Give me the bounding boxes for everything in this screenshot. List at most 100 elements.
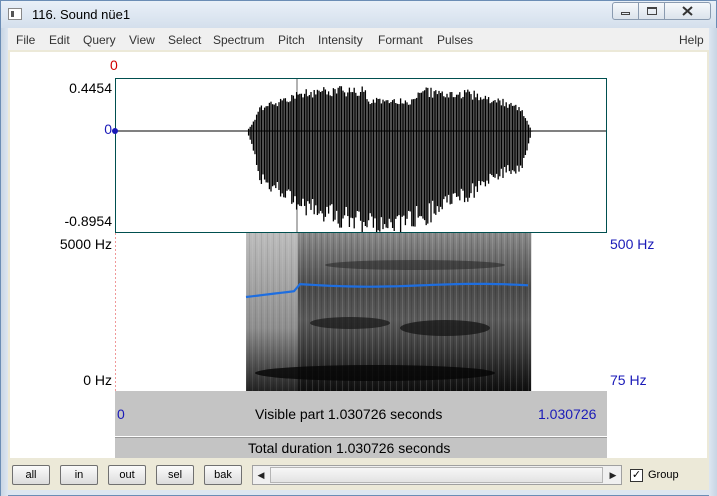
spectrogram-onset — [246, 233, 298, 391]
total-duration-bar[interactable]: Total duration 1.030726 seconds — [115, 437, 607, 458]
spectrogram-striation — [273, 233, 274, 391]
spectrogram-striation — [270, 233, 271, 391]
spectrogram-striation — [507, 233, 508, 391]
menu-select[interactable]: Select — [168, 33, 201, 47]
spectrogram-striation — [510, 233, 511, 391]
window-frame-right — [709, 28, 717, 496]
time-scrollbar[interactable]: ◀ ▶ — [252, 465, 622, 485]
info-bar-left — [10, 391, 115, 436]
spectrogram-striation — [267, 233, 268, 391]
app-icon — [8, 8, 22, 20]
spectrogram-striation — [477, 233, 478, 391]
zoom-out-button[interactable]: out — [108, 465, 146, 485]
menu-intensity[interactable]: Intensity — [318, 33, 363, 47]
formant-blob-2 — [400, 320, 490, 336]
menu-formant[interactable]: Formant — [378, 33, 423, 47]
amplitude-max-label: 0.4454 — [69, 80, 112, 96]
zoom-back-button[interactable]: bak — [204, 465, 242, 485]
spectrogram-striation — [276, 233, 277, 391]
waveform-plot — [116, 79, 606, 232]
spectrogram-striation — [264, 233, 265, 391]
visible-part-bar[interactable]: 0 Visible part 1.030726 seconds 1.030726 — [115, 391, 607, 436]
bottom-toolbar: all in out sel bak ◀ ▶ ✓ Group — [8, 460, 709, 490]
spectrogram-striation — [249, 233, 250, 391]
zero-marker-icon — [112, 128, 118, 134]
visible-start-time: 0 — [117, 406, 125, 422]
spectrogram-striation — [258, 233, 259, 391]
menu-edit[interactable]: Edit — [49, 33, 70, 47]
triangle-right-icon[interactable]: ▶ — [605, 466, 621, 484]
amplitude-zero-label: 0 — [104, 121, 112, 137]
pitch-min-label: 75 Hz — [610, 372, 647, 388]
cursor-time-label: 0 — [110, 57, 118, 73]
sound-editor-canvas[interactable]: 0 0.4454 0 -0.8954 5000 Hz 0 Hz 500 Hz 7… — [10, 52, 707, 458]
amplitude-min-label: -0.8954 — [64, 213, 112, 229]
spectrogram-striation — [516, 233, 517, 391]
spectrogram-striation — [462, 233, 463, 391]
spectrogram-striation — [489, 233, 490, 391]
visible-part-text: Visible part 1.030726 seconds — [255, 406, 443, 422]
zoom-all-button[interactable]: all — [12, 465, 50, 485]
spectrogram-striation — [285, 233, 286, 391]
spectrogram-striation — [492, 233, 493, 391]
spectrogram-striation — [528, 233, 529, 391]
spectrogram-striation — [483, 233, 484, 391]
spectrogram-striation — [471, 233, 472, 391]
spectrogram-striation — [504, 233, 505, 391]
menu-query[interactable]: Query — [83, 33, 116, 47]
spectrogram-striation — [495, 233, 496, 391]
close-button[interactable] — [665, 2, 711, 20]
menu-view[interactable]: View — [129, 33, 155, 47]
spectrogram-striation — [255, 233, 256, 391]
maximize-button[interactable] — [639, 2, 665, 20]
formant-blob-1 — [310, 317, 390, 329]
group-label: Group — [648, 469, 679, 481]
spectrogram-striation — [468, 233, 469, 391]
formant-blob-4 — [255, 365, 495, 381]
menu-bar: File Edit Query View Select Spectrum Pit… — [8, 28, 709, 50]
formant-blob-3 — [325, 260, 505, 270]
total-duration-text: Total duration 1.030726 seconds — [248, 440, 451, 456]
spectrogram-striation — [519, 233, 520, 391]
menu-help[interactable]: Help — [679, 33, 704, 47]
spectrogram-striation — [531, 233, 532, 391]
zoom-sel-button[interactable]: sel — [156, 465, 194, 485]
menu-pulses[interactable]: Pulses — [437, 33, 473, 47]
spectrogram-striation — [486, 233, 487, 391]
client-area: File Edit Query View Select Spectrum Pit… — [8, 28, 709, 490]
frequency-min-label: 0 Hz — [83, 372, 112, 388]
waveform-panel[interactable] — [112, 78, 607, 233]
group-checkbox[interactable]: ✓ — [630, 469, 643, 482]
menu-spectrum[interactable]: Spectrum — [213, 33, 264, 47]
spectrogram-striation — [513, 233, 514, 391]
spectrogram-striation — [522, 233, 523, 391]
spectrogram-striation — [279, 233, 280, 391]
menu-pitch[interactable]: Pitch — [278, 33, 305, 47]
triangle-left-icon[interactable]: ◀ — [253, 466, 269, 484]
spectrogram-striation — [246, 233, 247, 391]
waveform-signal — [247, 86, 533, 232]
spectrogram-striation — [261, 233, 262, 391]
spectrogram-panel[interactable] — [115, 233, 607, 391]
zoom-in-button[interactable]: in — [60, 465, 98, 485]
window-frame-left — [1, 28, 8, 496]
spectrogram-striation — [288, 233, 289, 391]
frequency-max-label: 5000 Hz — [59, 236, 112, 252]
minimize-button[interactable] — [612, 2, 639, 20]
menu-file[interactable]: File — [16, 33, 35, 47]
spectrogram-striation — [474, 233, 475, 391]
maximize-icon — [646, 7, 657, 15]
window-title: 116. Sound nüe1 — [32, 7, 131, 22]
spectrogram-striation — [498, 233, 499, 391]
spectrogram-striation — [480, 233, 481, 391]
spectrogram-striation — [501, 233, 502, 391]
spectrogram-striation — [465, 233, 466, 391]
title-bar[interactable]: 116. Sound nüe1 — [1, 1, 716, 28]
spectrogram-striation — [282, 233, 283, 391]
spectrogram-plot — [115, 233, 532, 391]
praat-sound-window: 116. Sound nüe1 File Edit Query View Sel… — [0, 0, 717, 496]
minimize-icon — [621, 12, 630, 15]
pitch-max-label: 500 Hz — [610, 236, 655, 252]
window-controls — [612, 2, 711, 21]
scrollbar-thumb[interactable] — [270, 467, 603, 483]
